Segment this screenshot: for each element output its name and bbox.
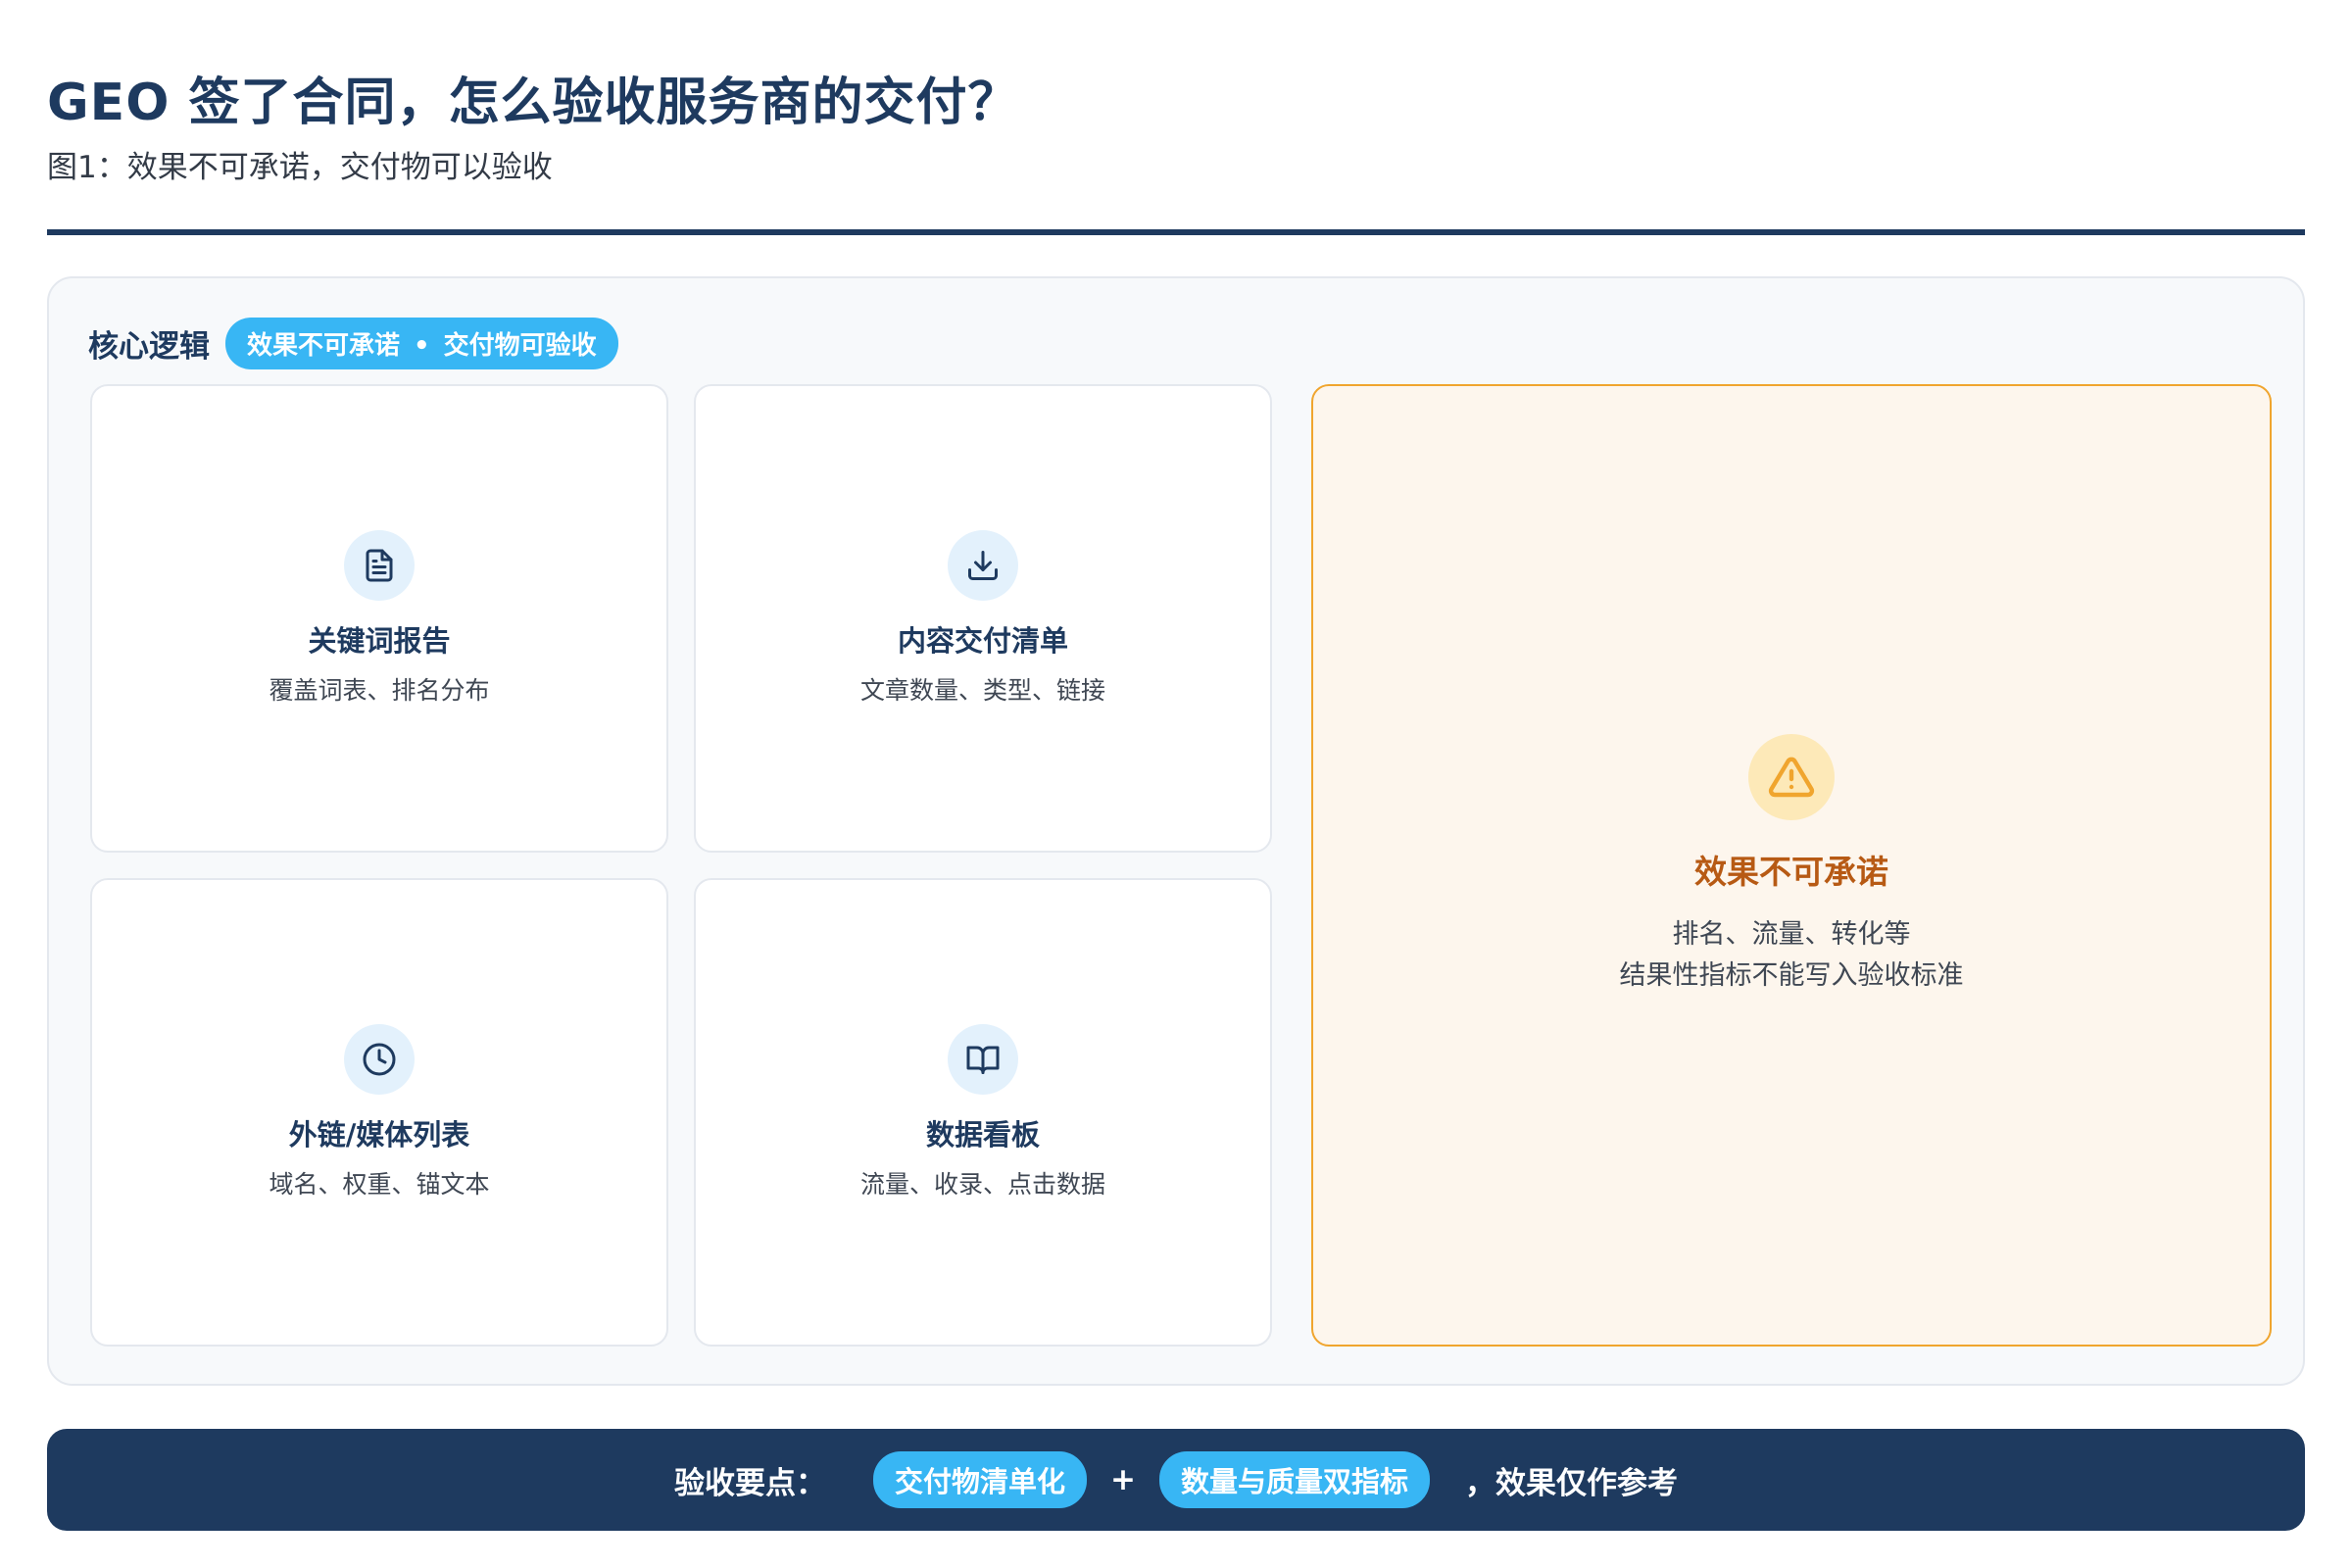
pill-left-text: 效果不可承诺 [247, 331, 401, 361]
clock-icon [344, 1024, 415, 1095]
warning-card: 效果不可承诺 排名、流量、转化等 结果性指标不能写入验收标准 [1311, 384, 2272, 1347]
card-content-delivery-list: 内容交付清单 文章数量、类型、链接 [694, 384, 1272, 853]
pill-separator: • [414, 331, 430, 361]
page-title: GEO 签了合同，怎么验收服务商的交付？ [47, 74, 1020, 132]
core-logic-panel: 核心逻辑 效果不可承诺 • 交付物可验收 关键词报告 覆盖词表、排名分布 内容交… [47, 276, 2305, 1386]
warning-title: 效果不可承诺 [1694, 853, 1888, 891]
card-backlink-media-list: 外链/媒体列表 域名、权重、锚文本 [90, 878, 668, 1347]
card-keyword-report: 关键词报告 覆盖词表、排名分布 [90, 384, 668, 853]
pill-right-text: 交付物可验收 [443, 331, 597, 361]
card-title: 内容交付清单 [897, 624, 1068, 658]
card-description: 流量、收录、点击数据 [859, 1170, 1105, 1199]
card-description: 覆盖词表、排名分布 [269, 676, 490, 705]
card-title: 数据看板 [925, 1118, 1040, 1152]
panel-header: 核心逻辑 效果不可承诺 • 交付物可验收 [88, 318, 618, 369]
banner-pill-dual-metrics: 数量与质量双指标 [1158, 1451, 1430, 1508]
figure-caption: 图1：效果不可承诺，交付物可以验收 [47, 150, 553, 185]
card-description: 域名、权重、锚文本 [269, 1170, 490, 1199]
banner-plus: + [1110, 1462, 1136, 1497]
panel-label: 核心逻辑 [88, 329, 210, 365]
card-description: 文章数量、类型、链接 [859, 676, 1105, 705]
document-icon [344, 530, 415, 601]
warning-line-1: 排名、流量、转化等 [1672, 919, 1911, 950]
banner-lead: 验收要点： [673, 1465, 826, 1501]
banner-tail: ，效果仅作参考 [1465, 1465, 1678, 1501]
warning-line-2: 结果性指标不能写入验收标准 [1619, 960, 1964, 991]
book-icon [948, 1024, 1018, 1095]
card-title: 关键词报告 [308, 624, 451, 658]
header-divider [47, 229, 2305, 235]
warning-triangle-icon [1748, 734, 1835, 820]
banner-pill-deliverables: 交付物清单化 [872, 1451, 1087, 1508]
card-data-dashboard: 数据看板 流量、收录、点击数据 [694, 878, 1272, 1347]
page: GEO 签了合同，怎么验收服务商的交付？ 图1：效果不可承诺，交付物可以验收 核… [0, 0, 2352, 1568]
card-title: 外链/媒体列表 [288, 1118, 470, 1152]
core-logic-pill: 效果不可承诺 • 交付物可验收 [225, 318, 618, 369]
download-icon [948, 530, 1018, 601]
acceptance-banner: 验收要点： 交付物清单化 + 数量与质量双指标 ，效果仅作参考 [47, 1429, 2305, 1531]
